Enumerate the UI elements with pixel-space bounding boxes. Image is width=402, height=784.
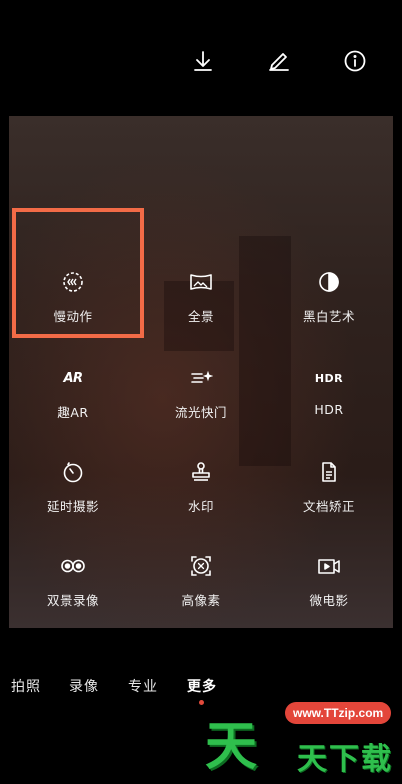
download-icon[interactable] <box>188 46 218 76</box>
watermark-url: www.TTzip.com <box>285 702 392 724</box>
mode-label: HDR <box>314 402 344 417</box>
watermark-stamp-icon <box>188 459 214 485</box>
panorama-icon <box>188 269 214 295</box>
mode-label: 双景录像 <box>46 593 99 608</box>
highlight-box <box>12 208 144 338</box>
mode-label: 延时摄影 <box>46 499 99 514</box>
watermark-logo-big: 天 <box>205 717 257 777</box>
mode-panorama[interactable]: 全景 <box>137 246 265 342</box>
timelapse-icon <box>60 459 86 485</box>
mode-tab-video[interactable]: 录像 <box>69 676 99 696</box>
mode-high-res[interactable]: 高像素 <box>137 530 265 626</box>
mode-label: 微电影 <box>309 593 349 608</box>
mode-tab-more[interactable]: 更多 <box>187 676 217 696</box>
mode-dual-view[interactable]: 双景录像 <box>9 530 137 626</box>
monochrome-icon <box>316 269 342 295</box>
high-res-icon <box>188 553 214 579</box>
mode-hdr[interactable]: HDR HDR <box>265 342 393 438</box>
mode-monochrome[interactable]: 黑白艺术 <box>265 246 393 342</box>
mode-label: 水印 <box>187 499 214 514</box>
ar-icon: AR <box>63 370 83 386</box>
mode-label: 文档矫正 <box>302 499 355 514</box>
mode-tab-photo[interactable]: 拍照 <box>11 676 41 696</box>
mode-label: 全景 <box>187 309 214 324</box>
mode-label: 黑白艺术 <box>302 309 355 324</box>
document-icon <box>316 459 342 485</box>
mode-light-trail[interactable]: 流光快门 <box>137 342 265 438</box>
mode-label: 高像素 <box>181 593 221 608</box>
site-watermark: 天 www.TTzip.com 天下载 <box>205 694 402 784</box>
micro-movie-icon <box>316 553 342 579</box>
mode-tab-pro[interactable]: 专业 <box>128 676 158 696</box>
active-mode-dot <box>199 700 204 705</box>
hdr-icon: HDR <box>314 371 344 385</box>
info-icon[interactable] <box>340 46 370 76</box>
mode-label: 流光快门 <box>174 405 227 420</box>
dual-view-icon <box>60 553 86 579</box>
pencil-icon[interactable] <box>264 46 294 76</box>
modes-grid: 慢动作 全景 黑白艺术 AR 趣AR 流光快门 HDR HDR 延时摄影 水印 … <box>9 116 393 628</box>
light-trail-icon <box>188 365 214 391</box>
mode-timelapse[interactable]: 延时摄影 <box>9 436 137 532</box>
mode-ar[interactable]: AR 趣AR <box>9 342 137 438</box>
more-modes-panel: 慢动作 全景 黑白艺术 AR 趣AR 流光快门 HDR HDR 延时摄影 水印 … <box>9 116 393 628</box>
mode-micro-movie[interactable]: 微电影 <box>265 530 393 626</box>
top-toolbar <box>0 0 402 110</box>
watermark-logo-small: 天下载 <box>297 742 393 777</box>
mode-label: 趣AR <box>57 405 89 420</box>
mode-watermark[interactable]: 水印 <box>137 436 265 532</box>
mode-document[interactable]: 文档矫正 <box>265 436 393 532</box>
